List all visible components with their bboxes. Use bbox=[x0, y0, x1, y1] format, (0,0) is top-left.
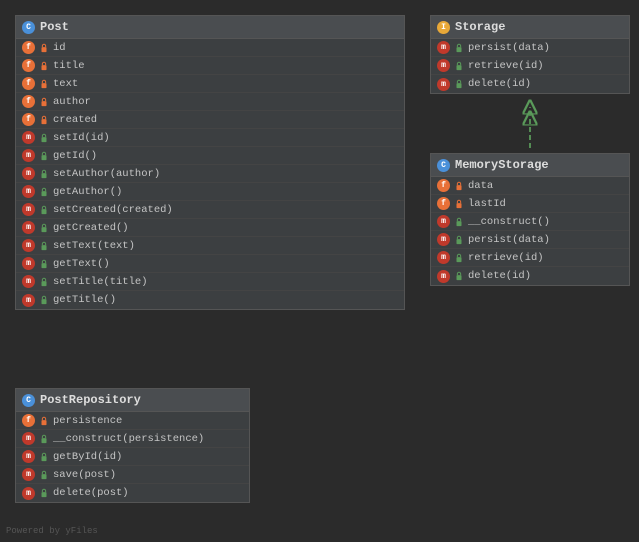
lock-icon bbox=[39, 295, 49, 305]
post-method-setAuthor: m setAuthor(author) bbox=[16, 165, 404, 183]
lock-icon bbox=[454, 235, 464, 245]
memorystorage-class-box: C MemoryStorage f data f lastId m __cons… bbox=[430, 153, 630, 286]
lock-icon bbox=[39, 115, 49, 125]
lock-icon bbox=[39, 277, 49, 287]
storage-class-header: I Storage bbox=[431, 16, 629, 39]
lock-icon bbox=[39, 61, 49, 71]
lock-icon bbox=[454, 199, 464, 209]
lock-icon bbox=[39, 79, 49, 89]
postrepository-class-box: C PostRepository f persistence m __const… bbox=[15, 388, 250, 503]
post-field-id: f id bbox=[16, 39, 404, 57]
lock-icon bbox=[39, 416, 49, 426]
lock-icon bbox=[39, 488, 49, 498]
lock-icon bbox=[39, 133, 49, 143]
memorystorage-method-persist: m persist(data) bbox=[431, 231, 629, 249]
post-method-setTitle: m setTitle(title) bbox=[16, 273, 404, 291]
storage-method-persist: m persist(data) bbox=[431, 39, 629, 57]
memorystorage-class-header: C MemoryStorage bbox=[431, 154, 629, 177]
storage-method-delete: m delete(id) bbox=[431, 75, 629, 93]
lock-icon bbox=[39, 97, 49, 107]
postrepository-class-badge: C bbox=[22, 394, 35, 407]
memorystorage-method-construct: m __construct() bbox=[431, 213, 629, 231]
post-class-box: C Post f id f title f text f author f cr… bbox=[15, 15, 405, 310]
lock-icon bbox=[454, 217, 464, 227]
lock-icon bbox=[39, 169, 49, 179]
lock-icon bbox=[39, 223, 49, 233]
postrepository-field-persistence: f persistence bbox=[16, 412, 249, 430]
postrepository-class-header: C PostRepository bbox=[16, 389, 249, 412]
post-method-getText: m getText() bbox=[16, 255, 404, 273]
postrepository-method-getById: m getById(id) bbox=[16, 448, 249, 466]
memorystorage-field-data: f data bbox=[431, 177, 629, 195]
lock-icon bbox=[39, 434, 49, 444]
postrepository-method-delete: m delete(post) bbox=[16, 484, 249, 502]
storage-class-badge: I bbox=[437, 21, 450, 34]
storage-method-retrieve: m retrieve(id) bbox=[431, 57, 629, 75]
post-method-setId: m setId(id) bbox=[16, 129, 404, 147]
lock-icon bbox=[454, 271, 464, 281]
post-class-name: Post bbox=[40, 20, 69, 34]
post-method-setText: m setText(text) bbox=[16, 237, 404, 255]
diagram-canvas: C Post f id f title f text f author f cr… bbox=[0, 0, 639, 542]
lock-icon bbox=[39, 43, 49, 53]
post-method-getAuthor: m getAuthor() bbox=[16, 183, 404, 201]
lock-icon bbox=[39, 452, 49, 462]
post-field-title: f title bbox=[16, 57, 404, 75]
storage-class-box: I Storage m persist(data) m retrieve(id)… bbox=[430, 15, 630, 94]
lock-icon bbox=[39, 187, 49, 197]
post-class-badge: C bbox=[22, 21, 35, 34]
post-class-header: C Post bbox=[16, 16, 404, 39]
lock-icon bbox=[39, 259, 49, 269]
memorystorage-class-name: MemoryStorage bbox=[455, 158, 549, 172]
storage-class-name: Storage bbox=[455, 20, 505, 34]
memorystorage-method-delete: m delete(id) bbox=[431, 267, 629, 285]
post-method-getId: m getId() bbox=[16, 147, 404, 165]
lock-icon bbox=[39, 241, 49, 251]
post-method-getCreated: m getCreated() bbox=[16, 219, 404, 237]
lock-icon bbox=[454, 79, 464, 89]
postrepository-method-save: m save(post) bbox=[16, 466, 249, 484]
lock-icon bbox=[39, 205, 49, 215]
memorystorage-method-retrieve: m retrieve(id) bbox=[431, 249, 629, 267]
memorystorage-field-lastId: f lastId bbox=[431, 195, 629, 213]
post-method-setCreated: m setCreated(created) bbox=[16, 201, 404, 219]
post-field-text: f text bbox=[16, 75, 404, 93]
post-field-created: f created bbox=[16, 111, 404, 129]
postrepository-method-construct: m __construct(persistence) bbox=[16, 430, 249, 448]
lock-icon bbox=[454, 61, 464, 71]
post-field-author: f author bbox=[16, 93, 404, 111]
lock-icon bbox=[454, 43, 464, 53]
lock-icon bbox=[39, 151, 49, 161]
post-method-getTitle: m getTitle() bbox=[16, 291, 404, 309]
lock-icon bbox=[39, 470, 49, 480]
postrepository-class-name: PostRepository bbox=[40, 393, 141, 407]
watermark: Powered by yFiles bbox=[6, 526, 98, 536]
lock-icon bbox=[454, 181, 464, 191]
lock-icon bbox=[454, 253, 464, 263]
memorystorage-class-badge: C bbox=[437, 159, 450, 172]
